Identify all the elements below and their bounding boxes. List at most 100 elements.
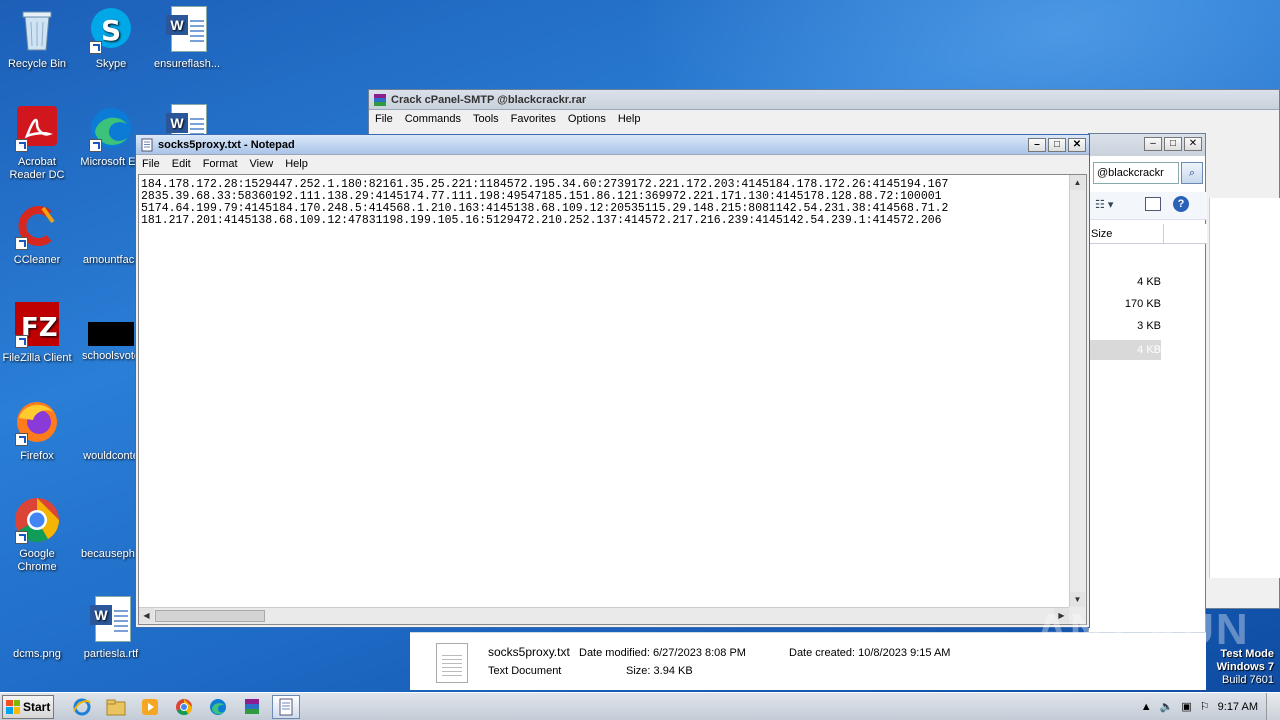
notepad-icon [140, 138, 154, 152]
shortcut-arrow-icon [89, 41, 102, 54]
winrar-menu-help[interactable]: Help [612, 113, 647, 125]
edge-icon [87, 104, 135, 152]
desktop-icon-label: dcms.png [13, 648, 61, 660]
word-document-icon [163, 6, 211, 54]
winrar-menu-file[interactable]: File [369, 113, 399, 125]
desktop-icon-firefox[interactable]: Firefox [0, 398, 74, 463]
winrar-list-area [1209, 198, 1280, 578]
tray-expand-icon[interactable]: ▲ [1141, 701, 1152, 713]
winrar-menu-options[interactable]: Options [562, 113, 612, 125]
black-file-icon [88, 322, 134, 346]
horizontal-scrollbar[interactable]: ◀ ▶ [139, 607, 1069, 624]
maximize-icon[interactable]: □ [1048, 137, 1066, 152]
explorer-maximize-button[interactable]: □ [1164, 137, 1182, 151]
desktop-icon-label: Microsoft Ed [80, 156, 142, 168]
notepad-menu-view[interactable]: View [244, 158, 280, 170]
notepad-menu-help[interactable]: Help [279, 158, 314, 170]
network-icon[interactable]: ▣ [1181, 700, 1191, 713]
desktop-icon-dcms[interactable]: dcms.png [0, 618, 74, 661]
file-icon [87, 520, 135, 544]
minimize-icon[interactable]: – [1028, 137, 1046, 152]
file-size-cell: 4 KB [1137, 276, 1161, 288]
desktop-icon-acrobat[interactable]: Acrobat Reader DC [0, 104, 74, 182]
text-line: 181.217.201:4145138.68.109.12:47831198.1… [141, 214, 942, 227]
details-created: Date created: 10/8/2023 9:15 AM [789, 647, 951, 659]
shortcut-arrow-icon [15, 433, 28, 446]
shortcut-arrow-icon [15, 335, 28, 348]
shortcut-arrow-icon [15, 139, 28, 152]
scroll-left-arrow-icon[interactable]: ◀ [139, 608, 154, 623]
recycle-bin-icon [13, 6, 61, 54]
winrar-titlebar[interactable]: Crack cPanel-SMTP @blackcrackr.rar [369, 90, 1279, 110]
explorer-search-input[interactable]: @blackcrackr [1093, 162, 1179, 184]
explorer-toolbar: ☷ ▾ ? [1089, 192, 1207, 220]
edge-taskbar-icon[interactable] [204, 695, 232, 719]
file-size-cell-selected[interactable]: 4 KB [1089, 340, 1161, 360]
explorer-minimize-button[interactable]: – [1144, 137, 1162, 151]
explorer-search-text: @blackcrackr [1097, 167, 1164, 179]
details-size: Size: 3.94 KB [626, 665, 693, 677]
image-file-icon [13, 618, 61, 644]
details-type: Text Document [488, 665, 562, 677]
scroll-up-arrow-icon[interactable]: ▲ [1070, 175, 1085, 190]
view-options-icon[interactable]: ☷ ▾ [1095, 198, 1113, 211]
explorer-titlebar[interactable]: – □ ✕ [1089, 134, 1205, 156]
shortcut-arrow-icon [15, 531, 28, 544]
winrar-taskbar-icon[interactable] [238, 695, 266, 719]
preview-pane-icon[interactable] [1145, 197, 1161, 211]
notepad-titlebar[interactable]: socks5proxy.txt - Notepad – □ ✕ [136, 135, 1089, 155]
details-modified: Date modified: 6/27/2023 8:08 PM [579, 647, 746, 659]
desktop-icon-ccleaner[interactable]: CCleaner [0, 202, 74, 267]
vertical-scrollbar[interactable]: ▲ ▼ [1069, 175, 1086, 607]
explorer-close-button[interactable]: ✕ [1184, 137, 1202, 151]
notepad-menu-format[interactable]: Format [197, 158, 244, 170]
winrar-title: Crack cPanel-SMTP @blackcrackr.rar [391, 93, 587, 106]
volume-icon[interactable]: 🔈 [1160, 700, 1174, 713]
desktop-icon-chrome[interactable]: Google Chrome [0, 496, 74, 574]
notepad-menu-file[interactable]: File [136, 158, 166, 170]
desktop: Recycle Bin Acrobat Reader DC CCleaner F… [0, 0, 1280, 692]
svg-text:S: S [101, 14, 121, 47]
notepad-text-area[interactable]: 184.178.172.28:1529447.252.1.180:82161.3… [138, 174, 1087, 625]
winrar-menu-favorites[interactable]: Favorites [505, 113, 562, 125]
search-icon[interactable]: ⌕ [1181, 162, 1203, 184]
shortcut-arrow-icon [15, 237, 28, 250]
desktop-icon-skype[interactable]: S Skype [74, 6, 148, 71]
help-icon[interactable]: ? [1173, 196, 1189, 212]
notepad-content[interactable]: 184.178.172.28:1529447.252.1.180:82161.3… [139, 175, 1086, 227]
notepad-menu-edit[interactable]: Edit [166, 158, 197, 170]
desktop-icon-recycle-bin[interactable]: Recycle Bin [0, 6, 74, 71]
notepad-taskbar-icon[interactable] [272, 694, 300, 719]
desktop-icon-filezilla[interactable]: FZ FileZilla Client [0, 300, 74, 365]
filezilla-icon: FZ [13, 300, 61, 348]
file-size-cell: 170 KB [1124, 298, 1161, 310]
desktop-icon-label: Firefox [20, 450, 54, 462]
desktop-icon-label: amountfacil [82, 254, 140, 266]
winrar-menu-tools[interactable]: Tools [467, 113, 505, 125]
file-explorer-icon[interactable] [102, 695, 130, 719]
desktop-icon-label: CCleaner [13, 254, 61, 266]
chrome-icon [13, 496, 61, 544]
show-desktop-button[interactable] [1266, 692, 1280, 720]
notepad-window[interactable]: socks5proxy.txt - Notepad – □ ✕ File Edi… [135, 134, 1090, 628]
desktop-icon-ensureflash[interactable]: ensureflash... [150, 6, 224, 71]
chrome-taskbar-icon[interactable] [170, 695, 198, 719]
desktop-icon-label: FileZilla Client [2, 352, 72, 364]
media-player-icon[interactable] [136, 695, 164, 719]
ccleaner-icon [13, 202, 61, 250]
desktop-icon-label: Recycle Bin [7, 58, 67, 70]
horizontal-scroll-thumb[interactable] [155, 610, 265, 622]
winrar-menu-commands[interactable]: Commands [399, 113, 467, 125]
desktop-icon-label: Google Chrome [17, 548, 57, 573]
action-center-flag-icon[interactable]: ⚐ [1200, 700, 1210, 713]
clock[interactable]: 9:17 AM [1218, 701, 1258, 713]
start-button[interactable]: Start [2, 694, 54, 719]
size-column-header[interactable]: Size [1089, 224, 1207, 244]
desktop-icon-label: partiesla.rtf [83, 648, 139, 660]
close-icon[interactable]: ✕ [1068, 137, 1086, 152]
desktop-icon-label: Skype [95, 58, 127, 70]
desktop-icon-label: wouldconte [83, 450, 139, 462]
file-size-cell: 3 KB [1137, 320, 1161, 332]
desktop-icon-label: Acrobat Reader DC [9, 156, 65, 181]
internet-explorer-icon[interactable] [68, 695, 96, 719]
